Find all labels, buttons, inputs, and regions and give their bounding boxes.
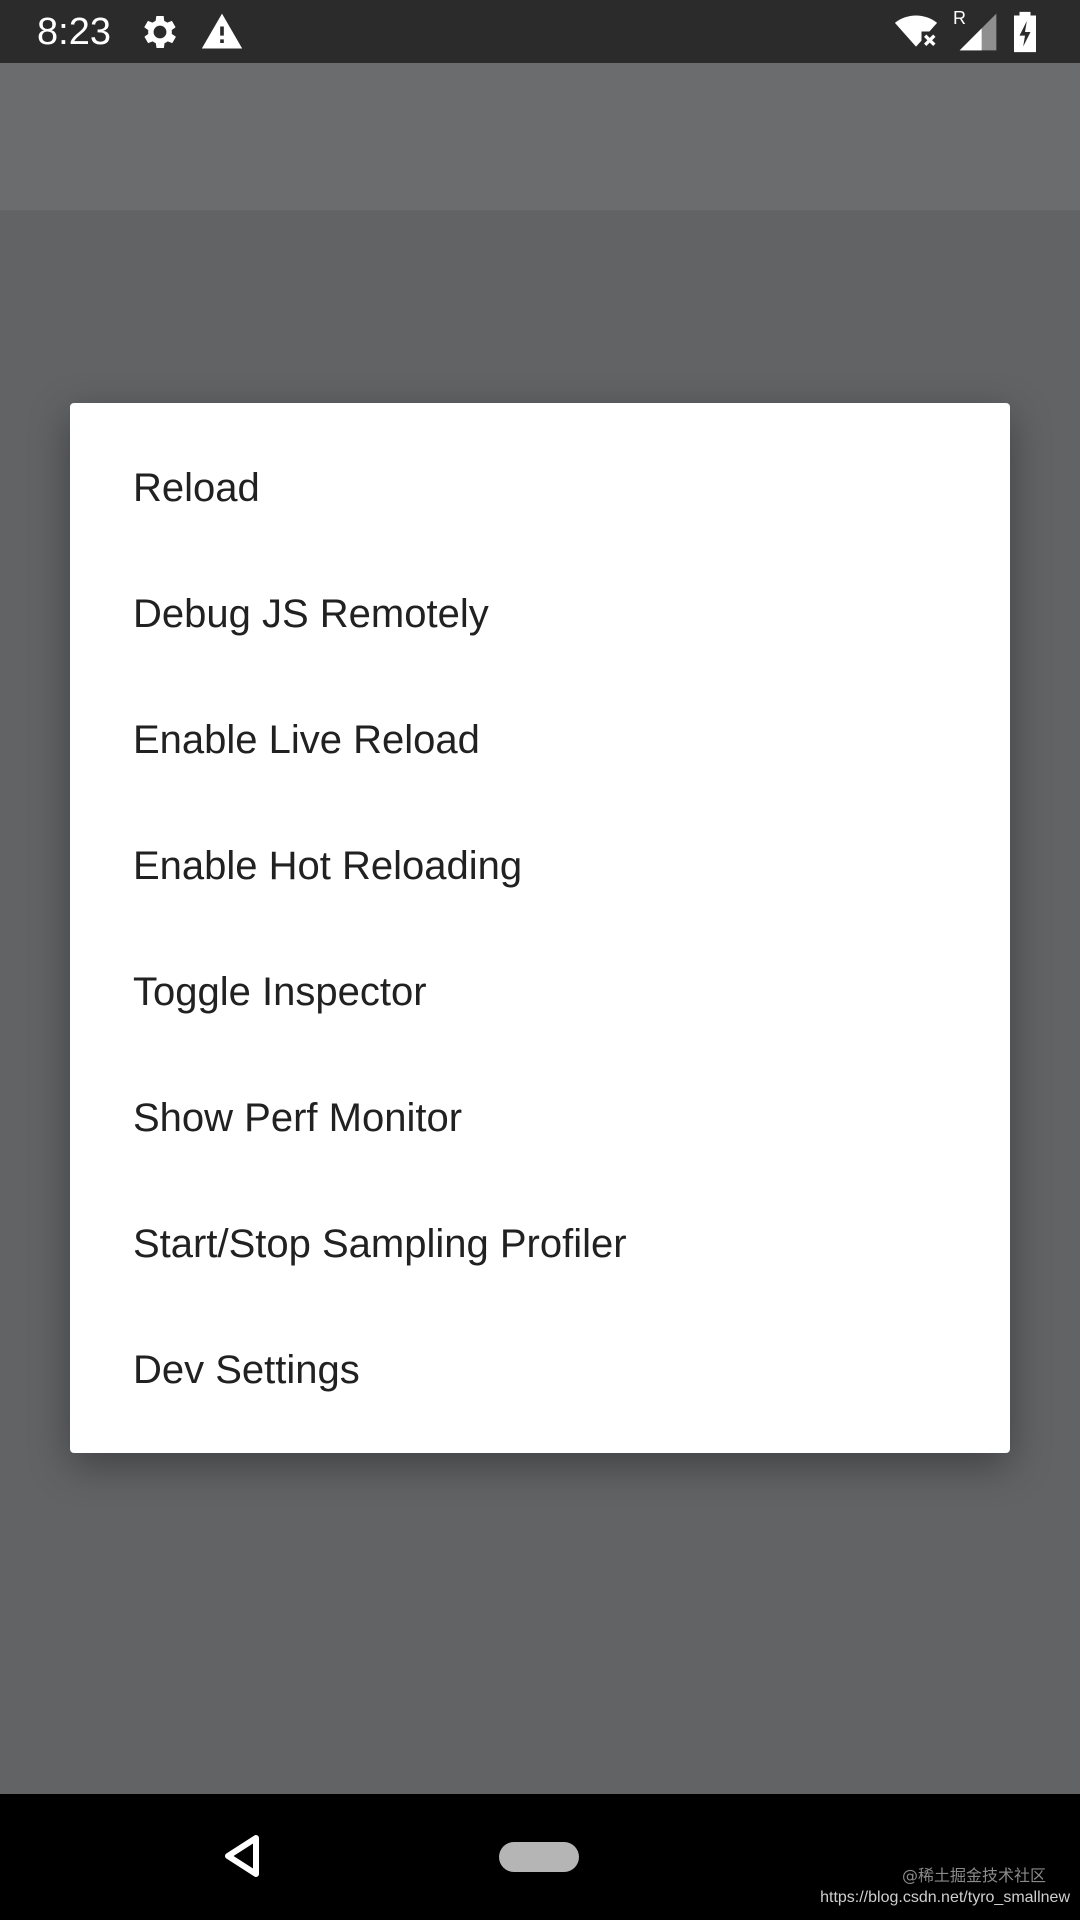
wifi-no-internet-icon — [893, 10, 939, 54]
dev-menu-dialog: Reload Debug JS Remotely Enable Live Rel… — [70, 403, 1010, 1453]
menu-item-enable-hot-reloading[interactable]: Enable Hot Reloading — [70, 803, 1010, 929]
watermark-url: https://blog.csdn.net/tyro_smallnew — [820, 1889, 1070, 1906]
status-time: 8:23 — [37, 11, 111, 53]
menu-item-debug-js-remotely[interactable]: Debug JS Remotely — [70, 551, 1010, 677]
back-icon[interactable] — [222, 1834, 262, 1878]
menu-item-enable-live-reload[interactable]: Enable Live Reload — [70, 677, 1010, 803]
home-pill[interactable] — [499, 1842, 579, 1872]
warning-icon — [200, 10, 244, 54]
app-toolbar-dimmed — [0, 63, 1080, 212]
status-bar: 8:23 R — [0, 0, 1080, 63]
watermark-text: @稀土掘金技术社区 — [901, 1866, 1046, 1885]
menu-item-reload[interactable]: Reload — [70, 425, 1010, 551]
battery-charging-icon — [1010, 10, 1040, 54]
menu-item-sampling-profiler[interactable]: Start/Stop Sampling Profiler — [70, 1181, 1010, 1307]
cell-signal-roaming-icon — [956, 10, 1000, 54]
menu-item-toggle-inspector[interactable]: Toggle Inspector — [70, 929, 1010, 1055]
menu-item-show-perf-monitor[interactable]: Show Perf Monitor — [70, 1055, 1010, 1181]
gear-icon — [138, 10, 182, 54]
menu-item-dev-settings[interactable]: Dev Settings — [70, 1307, 1010, 1433]
